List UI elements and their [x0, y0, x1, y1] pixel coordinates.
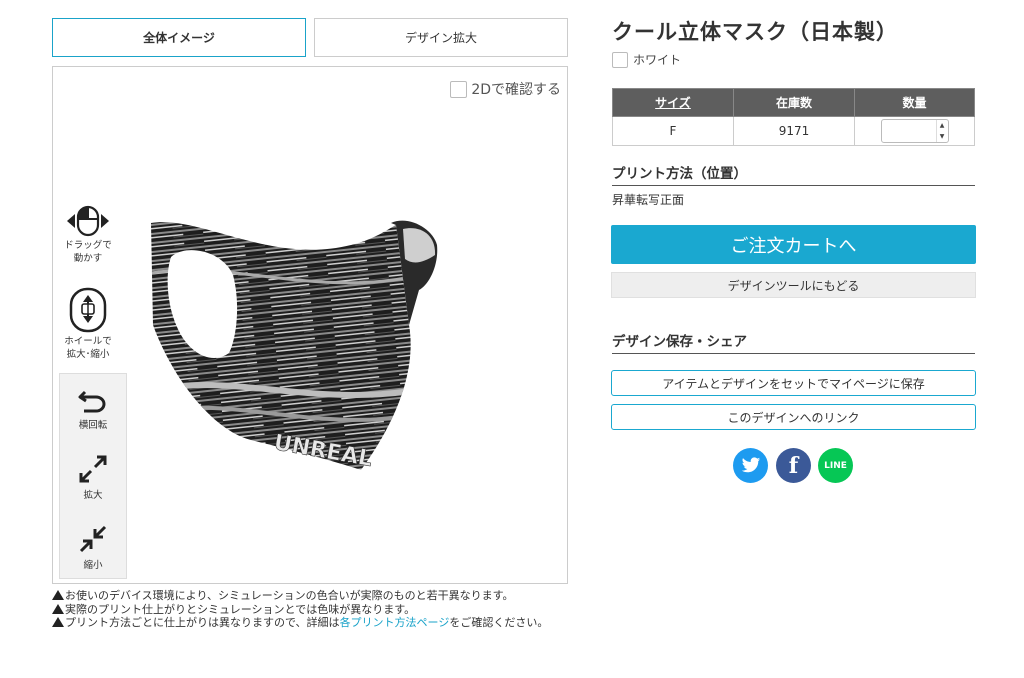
mouse-drag-icon [67, 205, 109, 237]
chevron-down-icon[interactable]: ▼ [940, 133, 945, 140]
color-label: ホワイト [633, 53, 682, 67]
facebook-share-button[interactable]: f [776, 448, 811, 483]
order-cart-button[interactable]: ご注文カートへ [611, 225, 976, 264]
twitter-bird-icon [741, 457, 760, 473]
view-2d-label: 2Dで確認する [471, 82, 561, 98]
color-option[interactable]: ホワイト [612, 51, 681, 68]
shrink-icon [79, 525, 107, 553]
header-quantity: 数量 [854, 88, 975, 117]
chevron-up-icon[interactable]: ▲ [940, 122, 945, 129]
view-2d-toggle[interactable]: 2Dで確認する [450, 79, 561, 99]
wheel-hint: ホイールで 拡大･縮小 [53, 287, 123, 361]
save-share-heading: デザイン保存・シェア [612, 330, 975, 354]
note-2: 実際のプリント仕上がりとシミュレーションとでは色味が異なります。 [65, 602, 416, 616]
note-3-pre: プリント方法ごとに仕上がりは異なりますので、詳細は [65, 616, 340, 629]
product-title: クール立体マスク（日本製） [612, 20, 898, 44]
header-stock: 在庫数 [733, 88, 855, 117]
tab-overall-image[interactable]: 全体イメージ [52, 18, 306, 57]
view-2d-checkbox[interactable] [450, 80, 468, 98]
zoom-out-label: 縮小 [83, 560, 103, 571]
caution-notes: お使いのデバイス環境により、シミュレーションの色合いが実際のものと若干異なります… [52, 589, 568, 630]
note-3-post: をご確認ください。 [449, 616, 549, 629]
line-share-button[interactable]: LINE [818, 448, 853, 483]
warning-icon [52, 590, 64, 600]
wheel-hint-label: ホイールで 拡大･縮小 [64, 336, 112, 360]
spinner-arrows[interactable]: ▲ ▼ [935, 120, 948, 142]
stock-table: サイズ 在庫数 数量 F 9171 ▲ ▼ [612, 88, 975, 146]
drag-hint: ドラッグで 動かす [53, 205, 123, 265]
header-size[interactable]: サイズ [612, 88, 734, 117]
mask-3d-model[interactable]: UNREAL [141, 215, 451, 477]
quantity-stepper[interactable]: ▲ ▼ [880, 119, 949, 143]
print-method-heading: プリント方法（位置） [612, 162, 975, 186]
zoom-in-label: 拡大 [83, 490, 103, 501]
design-link-button[interactable]: このデザインへのリンク [611, 404, 976, 430]
view-controls-panel: 横回転 拡大 縮小 [59, 373, 127, 579]
size-cell: F [612, 116, 734, 146]
expand-icon [79, 455, 107, 483]
line-label: LINE [824, 460, 847, 471]
table-header-row: サイズ 在庫数 数量 [612, 88, 975, 117]
quantity-cell: ▲ ▼ [854, 116, 975, 146]
rotate-icon [78, 390, 106, 413]
mouse-wheel-icon [69, 287, 107, 333]
mask-image: UNREAL [151, 220, 438, 472]
print-method-page-link[interactable]: 各プリント方法ページ [340, 616, 450, 629]
zoom-out-button[interactable]: 縮小 [60, 524, 126, 571]
zoom-in-button[interactable]: 拡大 [60, 454, 126, 501]
mask-3d-viewer[interactable]: 2Dで確認する ドラッグで 動かす ホイールで 拡大･縮小 横回転 拡大 縮小 … [52, 66, 568, 584]
tab-design-zoom[interactable]: デザイン拡大 [314, 18, 568, 57]
note-1: お使いのデバイス環境により、シミュレーションの色合いが実際のものと若干異なります… [65, 589, 514, 602]
facebook-f-icon: f [788, 452, 799, 479]
warning-icon [52, 603, 64, 614]
save-to-mypage-button[interactable]: アイテムとデザインをセットでマイページに保存 [611, 370, 976, 396]
rotate-button[interactable]: 横回転 [60, 386, 126, 431]
drag-hint-label: ドラッグで 動かす [64, 240, 112, 264]
print-method-value: 昇華転写正面 [612, 193, 685, 207]
back-to-design-tool-button[interactable]: デザインツールにもどる [611, 272, 976, 298]
twitter-share-button[interactable] [733, 448, 768, 483]
warning-icon [52, 617, 64, 627]
stock-cell: 9171 [733, 116, 855, 146]
rotate-label: 横回転 [78, 420, 108, 431]
color-checkbox[interactable] [612, 51, 628, 68]
table-row: F 9171 ▲ ▼ [612, 116, 975, 146]
